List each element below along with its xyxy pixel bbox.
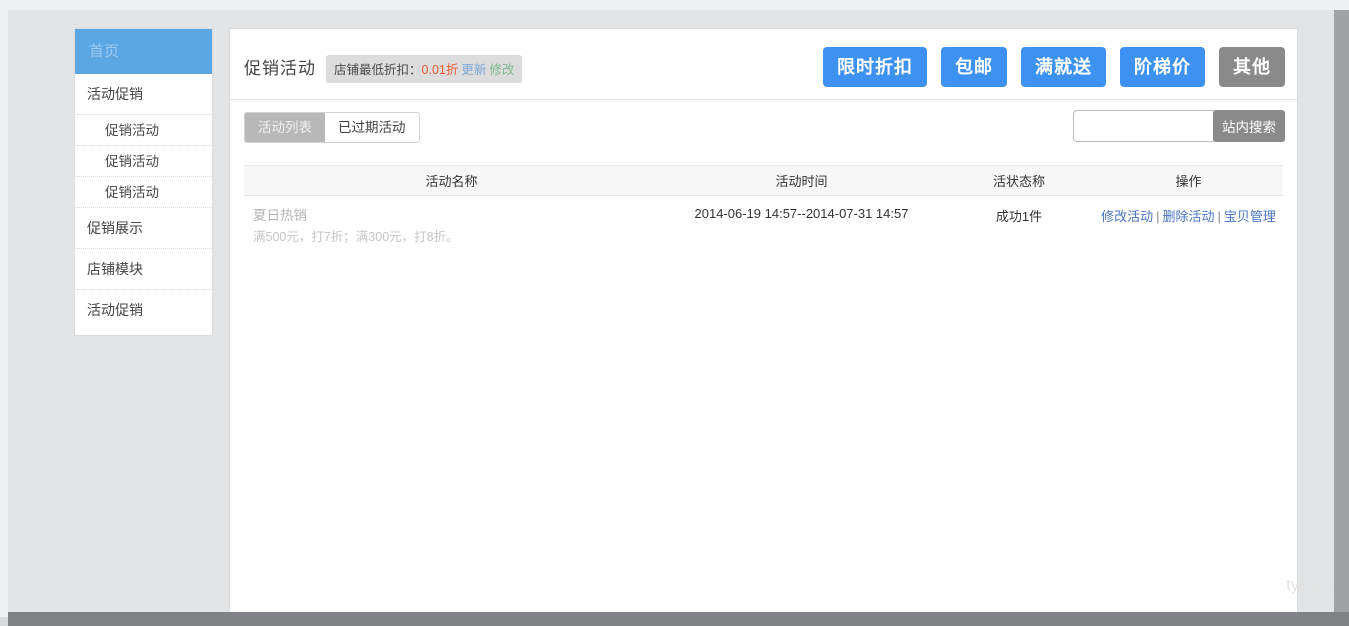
sidebar: 首页 活动促销 促销活动 促销活动 促销活动 促销展示 店铺模块 活动促销: [74, 28, 213, 336]
sidebar-item-activity-promotion-2[interactable]: 活动促销: [75, 290, 212, 331]
cell-activity-name: 夏日热销 满500元，打7折；满300元，打8折。: [244, 196, 659, 249]
sidebar-item-label: 店铺模块: [87, 261, 143, 277]
column-header-activity-time: 活动时间: [659, 165, 944, 196]
scrollbar-corner: [0, 617, 8, 626]
sidebar-item-label: 促销活动: [105, 123, 159, 138]
sidebar-item-label: 促销活动: [105, 185, 159, 200]
column-header-activity-name: 活动名称: [244, 165, 659, 196]
activity-table: 活动名称 活动时间 活状态称 操作 夏日热销 满500元，打7折；满300元，打…: [244, 165, 1283, 248]
tab-activity-list[interactable]: 活动列表: [245, 113, 325, 142]
watermark: ty.com: [1286, 577, 1335, 594]
column-header-operations: 操作: [1094, 165, 1283, 196]
edit-activity-link[interactable]: 修改活动: [1101, 209, 1153, 224]
status-badge: 店铺最低折扣：0.01折 更新 修改: [326, 55, 523, 83]
tiered-price-button[interactable]: 阶梯价: [1120, 47, 1205, 87]
sidebar-item-label: 促销展示: [87, 220, 143, 236]
badge-discount-value: 0.01折: [421, 63, 459, 77]
table-row[interactable]: 夏日热销 满500元，打7折；满300元，打8折。 2014-06-19 14:…: [244, 196, 1283, 249]
cell-activity-time: 2014-06-19 14:57--2014-07-31 14:57: [694, 206, 909, 221]
sidebar-item-label: 活动促销: [87, 86, 143, 102]
sidebar-item-shop-module[interactable]: 店铺模块: [75, 249, 212, 290]
tab-group: 活动列表 已过期活动: [244, 112, 420, 143]
table-header-row: 活动名称 活动时间 活状态称 操作: [244, 165, 1283, 196]
sidebar-item-promotion-activity-2[interactable]: 促销活动: [75, 146, 212, 177]
other-button[interactable]: 其他: [1219, 47, 1285, 87]
free-shipping-button[interactable]: 包邮: [941, 47, 1007, 87]
operation-separator-1: |: [1156, 209, 1160, 224]
site-search-button[interactable]: 站内搜索: [1213, 110, 1285, 142]
badge-modify-link[interactable]: 修改: [489, 63, 514, 77]
full-gift-button[interactable]: 满就送: [1021, 47, 1106, 87]
cell-activity-status: 成功1件: [995, 209, 1043, 224]
panel-header: 促销活动 店铺最低折扣：0.01折 更新 修改 限时折扣 包邮 满就送 阶梯价 其他: [230, 29, 1297, 100]
badge-update-link[interactable]: 更新: [461, 63, 486, 77]
sidebar-item-home[interactable]: 首页: [75, 29, 212, 74]
sidebar-item-promotion-display[interactable]: 促销展示: [75, 208, 212, 249]
main-panel: 促销活动 店铺最低折扣：0.01折 更新 修改 限时折扣 包邮 满就送 阶梯价 其他…: [229, 28, 1298, 624]
activity-name-text: 夏日热销: [253, 208, 307, 223]
sidebar-item-activity-promotion-1[interactable]: 活动促销: [75, 74, 212, 115]
operation-separator-2: |: [1217, 209, 1221, 224]
page-title: 促销活动: [244, 59, 316, 78]
table-body: 夏日热销 满500元，打7折；满300元，打8折。 2014-06-19 14:…: [244, 196, 1283, 249]
cell-operations: 修改活动 | 删除活动 | 宝贝管理: [1094, 196, 1283, 249]
limited-time-discount-button[interactable]: 限时折扣: [823, 47, 927, 87]
sidebar-item-label: 促销活动: [105, 154, 159, 169]
sidebar-item-promotion-activity-1[interactable]: 促销活动: [75, 115, 212, 146]
sidebar-item-label: 活动促销: [87, 302, 143, 318]
tab-expired-activity[interactable]: 已过期活动: [325, 113, 419, 142]
item-management-link[interactable]: 宝贝管理: [1224, 209, 1276, 224]
panel-toolbar: 活动列表 已过期活动 站内搜索: [230, 100, 1297, 156]
badge-prefix-label: 店铺最低折扣：: [334, 63, 422, 77]
table-head: 活动名称 活动时间 活状态称 操作: [244, 165, 1283, 196]
sidebar-item-label: 首页: [89, 43, 120, 60]
delete-activity-link[interactable]: 删除活动: [1162, 209, 1214, 224]
page-canvas: 首页 活动促销 促销活动 促销活动 促销活动 促销展示 店铺模块 活动促销 促销…: [8, 10, 1341, 624]
column-header-activity-status: 活状态称: [944, 165, 1094, 196]
activity-description-text: 满500元，打7折；满300元，打8折。: [253, 230, 459, 244]
search-input[interactable]: [1073, 110, 1216, 142]
sidebar-item-promotion-activity-3[interactable]: 促销活动: [75, 177, 212, 208]
vertical-scrollbar[interactable]: [1334, 10, 1349, 617]
horizontal-scrollbar[interactable]: [8, 612, 1349, 626]
header-button-group: 限时折扣 包邮 满就送 阶梯价 其他: [823, 47, 1285, 87]
